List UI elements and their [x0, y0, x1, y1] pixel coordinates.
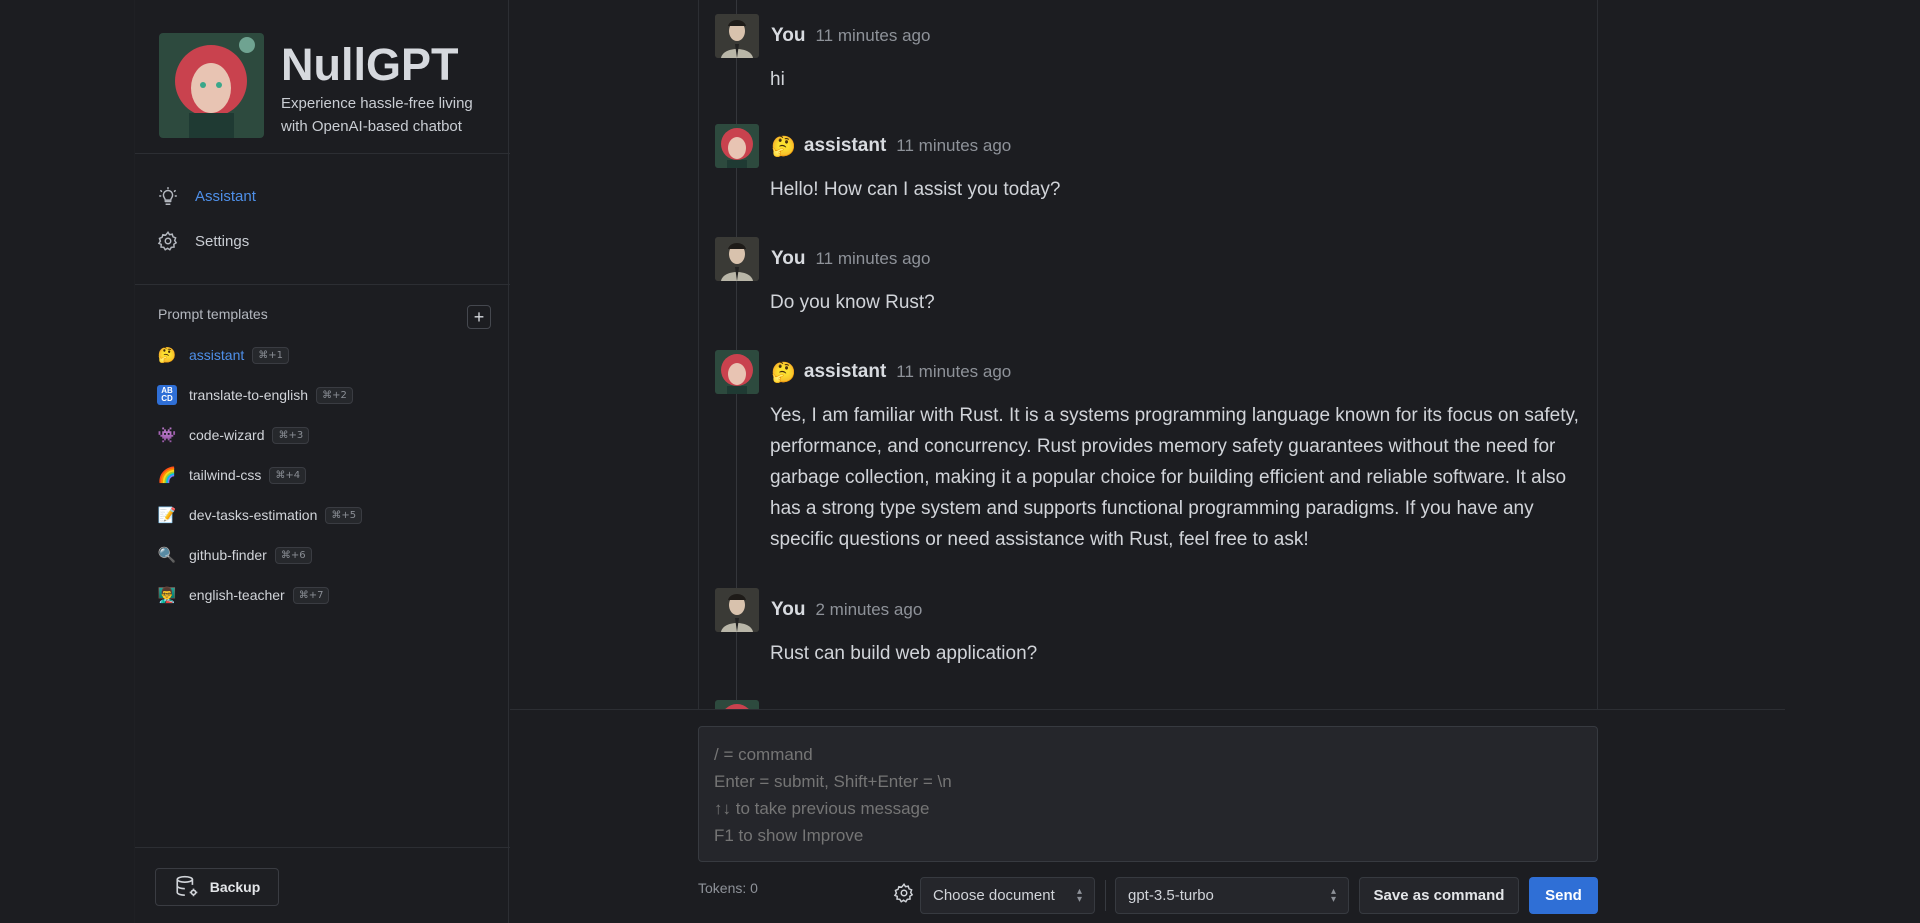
message-time: 2 minutes ago	[815, 600, 923, 619]
plus-icon: +	[473, 307, 485, 327]
template-item-assistant[interactable]: 🤔 assistant ⌘+1	[157, 342, 289, 368]
divider	[1105, 880, 1106, 911]
template-name: assistant	[189, 347, 245, 363]
prompt-templates-heading: Prompt templates	[158, 306, 268, 322]
message-input[interactable]	[714, 741, 1582, 847]
nav-item-assistant[interactable]: Assistant	[157, 182, 256, 210]
model-select[interactable]: gpt-3.5-turbo ▴ ▾	[1115, 877, 1349, 914]
model-select-value: gpt-3.5-turbo	[1128, 887, 1214, 904]
template-item-translate-to-english[interactable]: AB CD translate-to-english ⌘+2	[157, 382, 353, 408]
gear-icon	[157, 230, 179, 252]
message-text: Rust can build web application?	[770, 643, 1038, 664]
brand: NullGPT Experience hassle-free living wi…	[159, 33, 509, 143]
message-thread[interactable]: You 11 minutes ago hi 🤔 assistant 11 min…	[698, 0, 1598, 710]
thinking-face-icon: 🤔	[771, 135, 796, 158]
message-time: 11 minutes ago	[896, 362, 1012, 381]
gear-icon	[893, 882, 915, 909]
shortcut-badge: ⌘+6	[274, 546, 312, 564]
template-name: tailwind-css	[189, 467, 262, 483]
thinking-face-icon: 🤔	[157, 347, 177, 364]
shortcut-badge: ⌘+1	[252, 346, 289, 364]
template-item-github-finder[interactable]: 🔍 github-finder ⌘+6	[157, 542, 312, 568]
message-assistant: 🤔 assistant 11 minutes ago Yes, I am fam…	[715, 350, 1585, 555]
message-assistant: 🤔 assistant 11 minutes ago Hello! How ca…	[715, 124, 1585, 205]
chevron-updown-icon: ▴ ▾	[1076, 885, 1082, 905]
add-template-button[interactable]: +	[467, 305, 491, 329]
message-author: You	[771, 248, 806, 269]
message-author: assistant	[803, 361, 887, 382]
template-item-english-teacher[interactable]: 👨‍🏫 english-teacher ⌘+7	[157, 582, 330, 608]
rainbow-icon: 🌈	[157, 467, 177, 484]
user-avatar	[715, 237, 759, 281]
divider	[135, 847, 510, 848]
message-text: Do you know Rust?	[770, 292, 935, 313]
bulb-icon	[157, 185, 179, 207]
document-select-value: Choose document	[933, 887, 1055, 904]
shortcut-badge: ⌘+2	[316, 386, 353, 404]
message-time: 11 minutes ago	[815, 249, 931, 268]
message-time: 11 minutes ago	[815, 26, 931, 45]
message-user: You 11 minutes ago Do you know Rust?	[715, 237, 1585, 318]
template-item-code-wizard[interactable]: 👾 code-wizard ⌘+3	[157, 422, 310, 448]
nav-label: Assistant	[195, 187, 256, 205]
magnifier-icon: 🔍	[157, 547, 177, 564]
shortcut-badge: ⌘+5	[325, 506, 363, 524]
template-name: github-finder	[189, 547, 267, 563]
message-user: You 2 minutes ago Rust can build web app…	[715, 588, 1585, 669]
template-name: code-wizard	[189, 427, 265, 443]
divider	[135, 284, 510, 285]
message-text: hi	[770, 69, 785, 90]
message-author: assistant	[803, 135, 887, 156]
teacher-icon: 👨‍🏫	[157, 587, 177, 604]
assistant-avatar	[715, 124, 759, 168]
user-avatar	[715, 588, 759, 632]
options-button[interactable]	[893, 882, 915, 909]
shortcut-badge: ⌘+3	[272, 426, 310, 444]
shortcut-badge: ⌘+7	[292, 586, 330, 604]
template-name: dev-tasks-estimation	[189, 507, 318, 523]
alien-monster-icon: 👾	[157, 427, 177, 444]
divider	[135, 153, 510, 154]
document-select[interactable]: Choose document ▴ ▾	[920, 877, 1095, 914]
divider	[510, 709, 1785, 710]
sidebar: NullGPT Experience hassle-free living wi…	[134, 0, 510, 923]
send-button[interactable]: Send	[1529, 877, 1598, 914]
brand-title: NullGPT	[281, 39, 459, 90]
user-avatar	[715, 14, 759, 58]
backup-label: Backup	[209, 879, 261, 895]
message-user: You 11 minutes ago hi	[715, 14, 1585, 95]
template-name: english-teacher	[189, 587, 285, 603]
template-name: translate-to-english	[189, 387, 309, 403]
nav-label: Settings	[195, 232, 250, 250]
chat-panel: You 11 minutes ago hi 🤔 assistant 11 min…	[510, 0, 1785, 710]
message-author: You	[771, 599, 806, 620]
message-text: Yes, I am familiar with Rust. It is a sy…	[770, 405, 1579, 550]
template-item-dev-tasks-estimation[interactable]: 📝 dev-tasks-estimation ⌘+5	[157, 502, 363, 528]
app-root: NullGPT Experience hassle-free living wi…	[0, 0, 1920, 923]
message-author: You	[771, 25, 806, 46]
message-composer	[698, 726, 1598, 862]
nav-item-settings[interactable]: Settings	[157, 227, 249, 255]
abcd-icon: AB CD	[157, 385, 177, 405]
memo-icon: 📝	[157, 507, 177, 524]
assistant-avatar	[715, 350, 759, 394]
backup-button[interactable]: Backup	[155, 868, 279, 906]
token-count: Tokens: 0	[698, 880, 758, 896]
save-as-command-button[interactable]: Save as command	[1359, 877, 1519, 914]
database-gear-icon	[174, 874, 200, 900]
shortcut-badge: ⌘+4	[269, 466, 307, 484]
template-item-tailwind-css[interactable]: 🌈 tailwind-css ⌘+4	[157, 462, 307, 488]
brand-avatar	[159, 33, 264, 138]
message-time: 11 minutes ago	[896, 136, 1012, 155]
thinking-face-icon: 🤔	[771, 361, 796, 384]
chevron-updown-icon: ▴ ▾	[1330, 885, 1336, 905]
brand-subtitle: Experience hassle-free living with OpenA…	[281, 95, 473, 135]
message-text: Hello! How can I assist you today?	[770, 179, 1061, 200]
